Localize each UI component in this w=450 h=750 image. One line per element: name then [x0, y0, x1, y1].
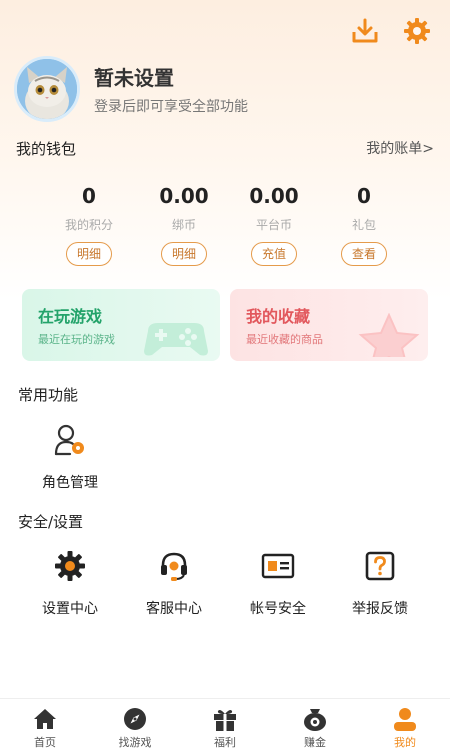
wallet-title: 我的钱包	[16, 140, 77, 158]
security-settings-title: 安全/设置	[18, 513, 84, 531]
tab-earn-gold[interactable]: 赚金	[270, 699, 360, 750]
recharge-button[interactable]: 充值	[251, 242, 297, 266]
report-feedback-button[interactable]: 举报反馈	[334, 548, 426, 618]
compass-icon	[123, 705, 147, 732]
customer-service-label: 客服中心	[146, 601, 202, 617]
gift-pack-label: 礼包	[351, 218, 376, 232]
wallet-item-platform-coins: 0.00 平台币 充值	[229, 184, 319, 266]
user-icon	[392, 705, 418, 732]
report-feedback-label: 举报反馈	[352, 601, 408, 617]
tab-mine-label: 我的	[394, 736, 416, 749]
gear-icon	[24, 548, 116, 584]
account-security-label: 帐号安全	[250, 601, 306, 617]
customer-service-button[interactable]: 客服中心	[128, 548, 220, 618]
profile-subtitle: 登录后即可享受全部功能	[94, 99, 248, 115]
tab-welfare-label: 福利	[214, 736, 236, 749]
gear-icon[interactable]	[402, 16, 432, 46]
tab-welfare[interactable]: 福利	[180, 699, 270, 750]
settings-center-label: 设置中心	[42, 601, 98, 617]
points-label: 我的积分	[64, 218, 113, 232]
settings-center-button[interactable]: 设置中心	[24, 548, 116, 618]
playing-games-title: 在玩游戏	[38, 307, 103, 326]
tab-earn-gold-label: 赚金	[304, 736, 326, 749]
tab-home-label: 首页	[34, 736, 56, 749]
role-management-label: 角色管理	[42, 475, 98, 491]
bound-coins-value: 0.00	[159, 184, 209, 208]
my-bill-link[interactable]: 我的账单>	[366, 138, 434, 158]
id-card-icon	[232, 548, 324, 584]
points-detail-button[interactable]: 明细	[66, 242, 112, 266]
download-icon[interactable]	[350, 16, 380, 46]
points-value: 0	[82, 184, 96, 208]
account-security-button[interactable]: 帐号安全	[232, 548, 324, 618]
favorites-subtitle: 最近收藏的商品	[246, 333, 323, 346]
favorites-card[interactable]: 我的收藏 最近收藏的商品	[230, 289, 428, 361]
bound-coins-label: 绑币	[171, 218, 196, 232]
tab-mine[interactable]: 我的	[360, 699, 450, 750]
wallet-item-bound-coins: 0.00 绑币 明细	[139, 184, 229, 266]
favorites-title: 我的收藏	[246, 307, 311, 326]
question-icon	[334, 548, 426, 584]
headset-icon	[128, 548, 220, 584]
home-icon	[33, 705, 57, 732]
gamepad-icon	[138, 317, 214, 361]
tab-home[interactable]: 首页	[0, 699, 90, 750]
platform-coins-label: 平台币	[255, 218, 292, 232]
gift-pack-value: 0	[357, 184, 371, 208]
wallet-item-gift-pack: 0 礼包 查看	[319, 184, 409, 266]
gift-icon	[212, 705, 238, 732]
role-management-button[interactable]: 角色管理	[24, 422, 116, 492]
playing-games-subtitle: 最近在玩的游戏	[38, 333, 115, 346]
avatar[interactable]	[14, 56, 80, 122]
common-functions-title: 常用功能	[18, 386, 79, 404]
profile-name[interactable]: 暂未设置	[94, 62, 174, 91]
tab-find-games[interactable]: 找游戏	[90, 699, 180, 750]
tab-find-games-label: 找游戏	[118, 736, 152, 749]
star-icon	[356, 312, 422, 361]
role-management-icon	[24, 422, 116, 458]
coin-bag-icon	[302, 705, 328, 732]
platform-coins-value: 0.00	[249, 184, 299, 208]
bound-coins-detail-button[interactable]: 明细	[161, 242, 207, 266]
bottom-tab-bar: 首页 找游戏 福利 赚金 我的	[0, 698, 450, 750]
wallet-item-points: 0 我的积分 明细	[44, 184, 134, 266]
playing-games-card[interactable]: 在玩游戏 最近在玩的游戏	[22, 289, 220, 361]
gift-pack-view-button[interactable]: 查看	[341, 242, 387, 266]
